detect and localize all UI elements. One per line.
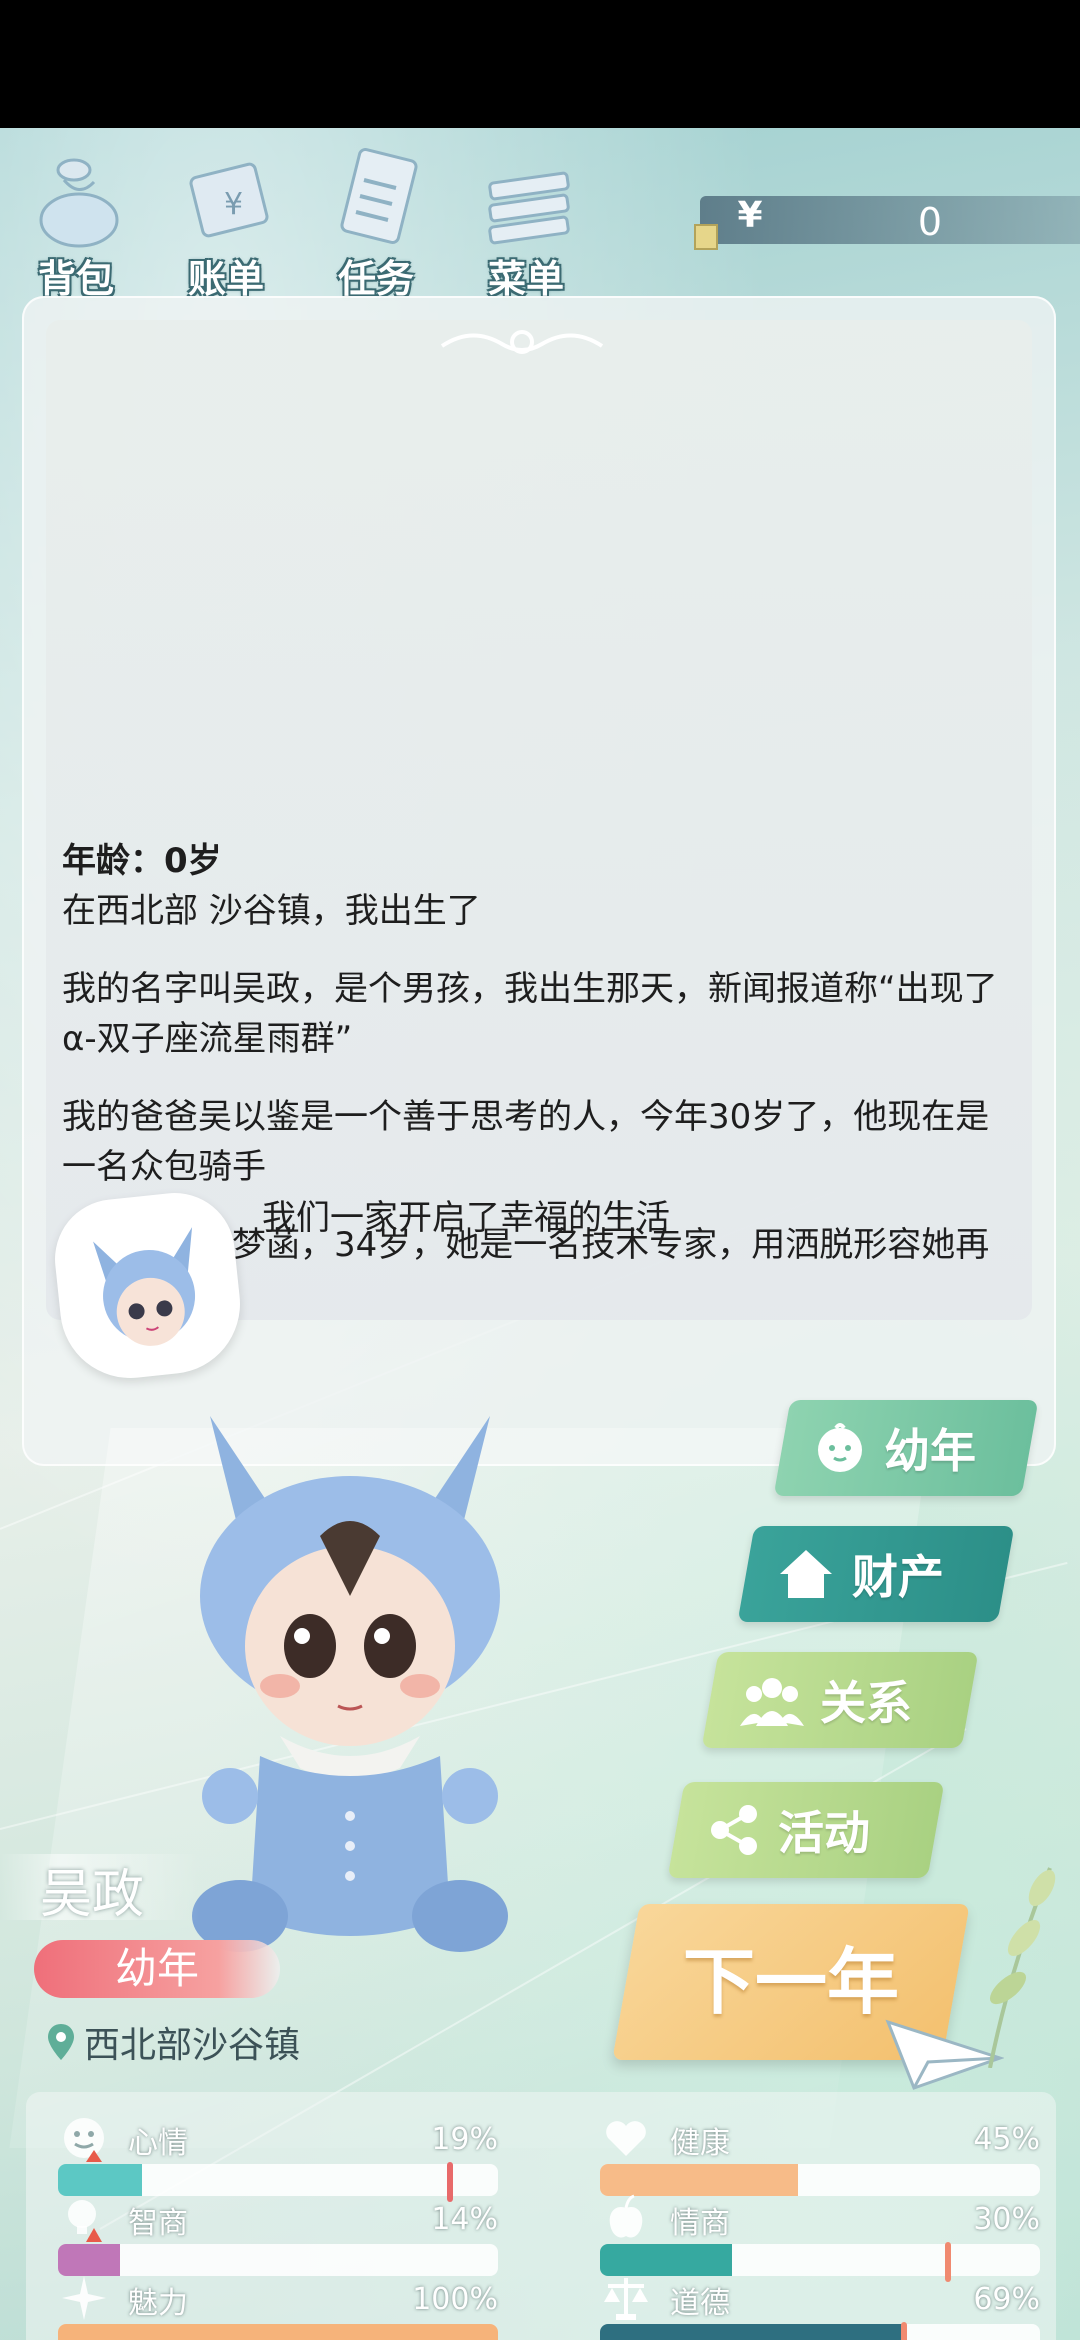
stat-bar-track [600, 2164, 1040, 2196]
stat-percent: 69% [973, 2282, 1040, 2317]
stat-percent: 19% [431, 2122, 498, 2157]
property-button-label: 财产 [852, 1550, 944, 1604]
relations-button-label: 关系 [820, 1676, 912, 1730]
coin-icon [694, 224, 718, 250]
stat-name: 魅力 [128, 2286, 188, 2321]
status-bar [0, 0, 1080, 128]
currency-symbol: ¥ [737, 195, 763, 236]
stage-badge: 幼年 [34, 1940, 280, 1998]
baby-face-icon [818, 1423, 862, 1472]
menu-icon [488, 171, 570, 245]
stat-0: 心情 19% [58, 2118, 498, 2202]
stat-bar-track [58, 2164, 498, 2196]
relations-button[interactable]: 关系 [701, 1652, 979, 1748]
age-line: 年龄：0岁 [62, 841, 222, 881]
stat-5: 道德 69% [600, 2278, 1040, 2340]
story-final-line: 我们一家开启了幸福的生活 [262, 1198, 670, 1238]
nav-task-button[interactable]: 任务 [316, 148, 436, 308]
stat-name: 心情 [128, 2126, 188, 2161]
house-icon [780, 1550, 832, 1598]
scales-icon [604, 2278, 648, 2320]
character-name: 吴政 [40, 1865, 145, 1925]
nav-menu-button[interactable]: 菜单 [466, 148, 586, 308]
activities-button[interactable]: 活动 [667, 1782, 945, 1878]
lightbulb-icon [68, 2200, 102, 2242]
heart-icon [606, 2121, 646, 2156]
svg-text:¥: ¥ [224, 187, 243, 222]
bag-icon [39, 158, 119, 248]
story-paragraph: 在西北部 沙谷镇，我出生了 [62, 891, 481, 931]
stat-bar-fill [600, 2324, 904, 2340]
bill-icon: ¥ [189, 162, 269, 238]
money-value: 0 [917, 200, 943, 244]
location: 西北部沙谷镇 [46, 2016, 300, 2068]
stat-1: 健康 45% [600, 2118, 1040, 2196]
stat-bar-track [58, 2244, 498, 2276]
people-icon [740, 1678, 804, 1726]
task-list-icon [340, 148, 418, 244]
game-screen: 背包 ¥ 账单 任务 菜单 ¥ 0 年龄：0岁 在西北部 沙谷镇，我出生了 我的… [0, 128, 1080, 2340]
nav-bag-button[interactable]: 背包 [16, 148, 136, 308]
stat-name: 智商 [128, 2206, 188, 2241]
stat-bar-track [600, 2244, 1040, 2276]
stat-bar-marker [944, 2242, 951, 2282]
stat-4: 魅力 100% [58, 2276, 498, 2340]
stat-bar-marker [446, 2162, 453, 2202]
baby-avatar-icon [93, 1227, 196, 1346]
stat-bar-fill [58, 2324, 498, 2340]
location-text: 西北部沙谷镇 [84, 2025, 301, 2066]
nav-bill-label: 账单 [187, 257, 264, 301]
stat-percent: 100% [412, 2282, 498, 2317]
share-dots-icon [711, 1805, 757, 1855]
stat-2: 智商 14% [58, 2198, 498, 2276]
stat-percent: 30% [973, 2202, 1040, 2237]
avatar [49, 1187, 247, 1385]
stat-3: 情商 30% [600, 2194, 1040, 2282]
stat-bar-track [600, 2324, 1040, 2340]
stat-name: 情商 [670, 2206, 730, 2241]
nav-bag-label: 背包 [37, 257, 114, 301]
activities-button-label: 活动 [778, 1806, 870, 1860]
nav-menu-label: 菜单 [487, 257, 564, 301]
stat-percent: 45% [973, 2122, 1040, 2157]
stat-name: 健康 [670, 2126, 730, 2161]
apple-icon [609, 2194, 643, 2238]
story-paragraph: 我的爸爸吴以鉴是一个善于思考的人，今年30岁了，他现在是一名众包骑手 [62, 1097, 990, 1187]
stage-button-label: 幼年 [884, 1424, 976, 1478]
smiley-icon [64, 2118, 104, 2162]
location-pin-icon [48, 2024, 74, 2060]
property-button[interactable]: 财产 [737, 1526, 1015, 1622]
stat-bar-marker [900, 2322, 907, 2340]
stat-name: 道德 [670, 2286, 730, 2321]
leaf-decoration-icon [988, 1867, 1056, 2068]
stat-bar-track [58, 2324, 498, 2340]
story-paragraph: 我的名字叫吴政，是个男孩，我出生那天，新闻报道称“出现了α-双子座流星雨群” [62, 969, 998, 1059]
sparkle-icon [62, 2276, 106, 2320]
nav-task-label: 任务 [337, 257, 414, 301]
stat-percent: 14% [431, 2202, 498, 2237]
stage-button[interactable]: 幼年 [773, 1400, 1039, 1496]
ornament-divider [440, 330, 604, 354]
baby-character[interactable] [170, 1396, 530, 1956]
nav-bill-button[interactable]: ¥ 账单 [166, 148, 286, 308]
